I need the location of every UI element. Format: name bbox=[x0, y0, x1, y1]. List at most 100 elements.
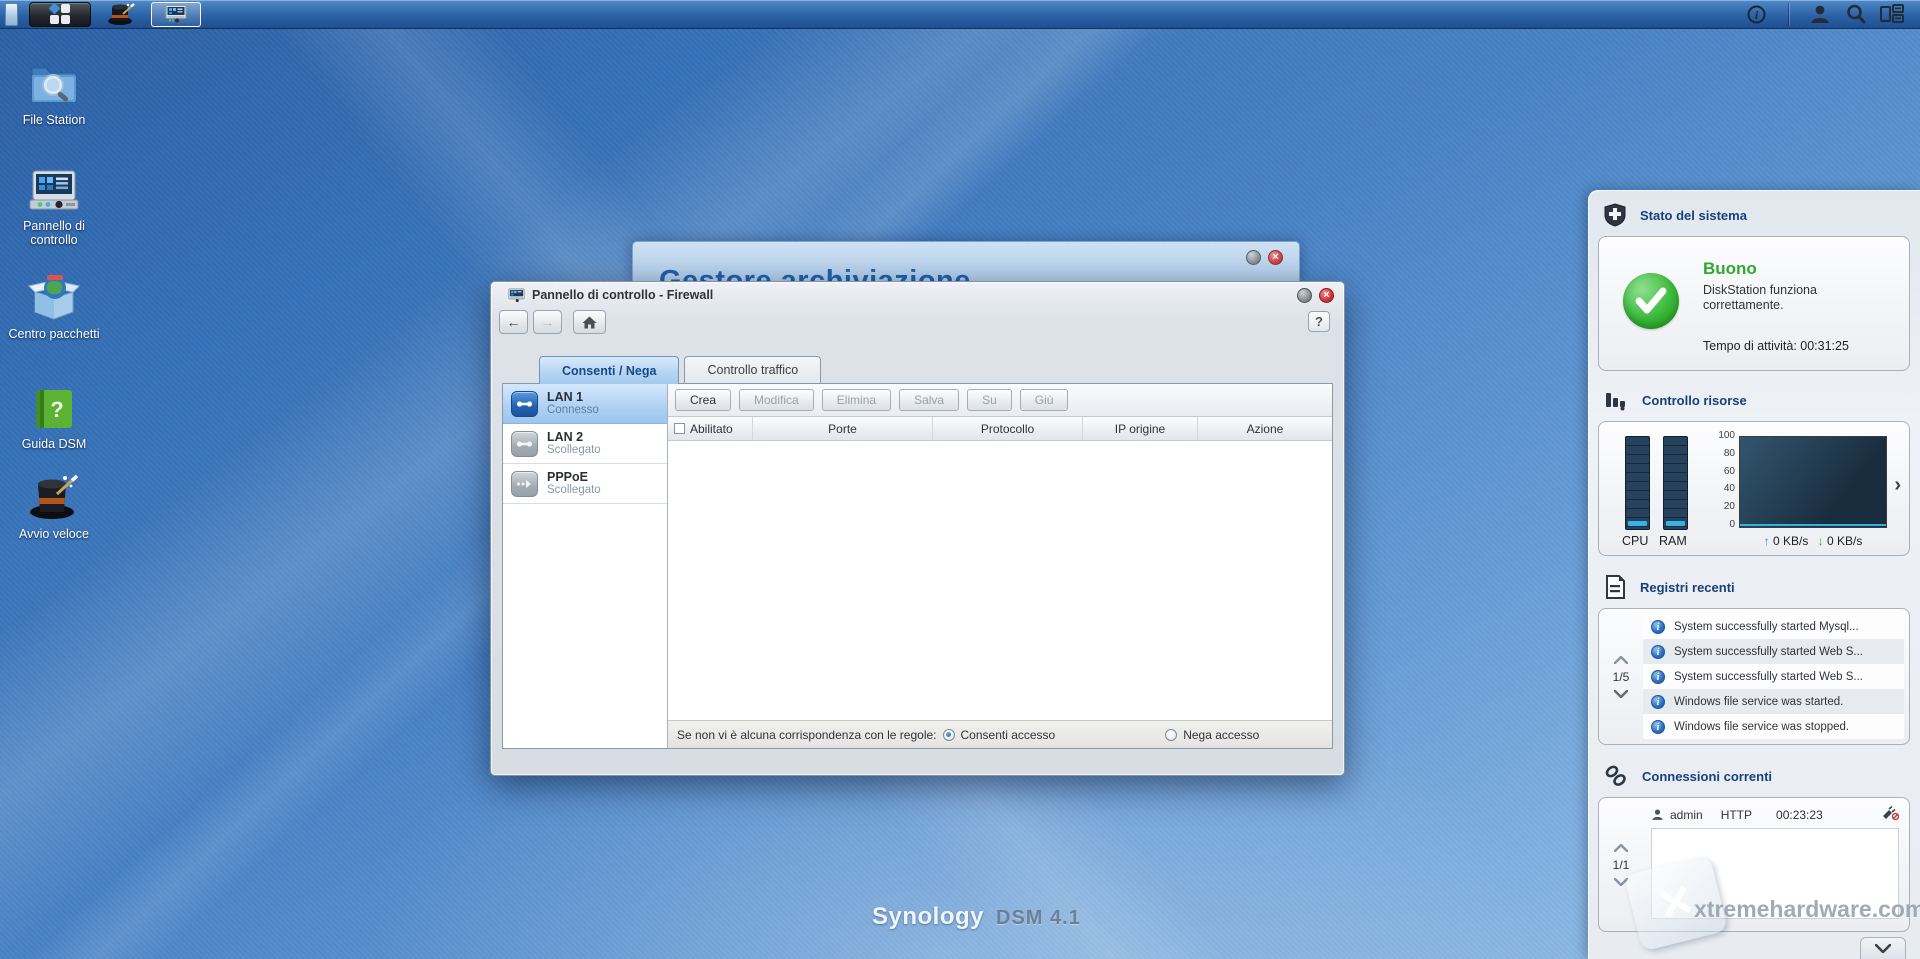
close-button[interactable]: × bbox=[1319, 287, 1334, 303]
disconnect-button[interactable] bbox=[1881, 805, 1900, 823]
log-info-icon: i bbox=[1651, 619, 1665, 634]
desktop-icon-dsm-help[interactable]: ? Guida DSM bbox=[2, 388, 106, 451]
page-down-icon[interactable] bbox=[1614, 689, 1628, 698]
move-up-button[interactable]: Su bbox=[967, 389, 1012, 411]
interface-status: Scollegato bbox=[547, 483, 601, 496]
search-icon bbox=[1847, 4, 1866, 24]
synology-logo: Synology bbox=[872, 903, 985, 930]
info-icon: i bbox=[1747, 5, 1765, 23]
main-menu-button[interactable] bbox=[29, 1, 91, 27]
cpu-gauge bbox=[1625, 436, 1650, 530]
window-controls: × bbox=[1297, 287, 1334, 303]
current-connections-card: 1/1 admin HTTP 00:23:23 bbox=[1598, 797, 1910, 932]
tab-controllo-traffico[interactable]: Controllo traffico bbox=[684, 356, 822, 383]
select-all-checkbox[interactable] bbox=[674, 423, 685, 434]
log-info-icon: i bbox=[1651, 669, 1665, 684]
log-row[interactable]: i Windows file service was started. bbox=[1643, 689, 1904, 714]
connection-time: 00:23:23 bbox=[1776, 807, 1823, 822]
interface-item-pppoe[interactable]: PPPoE Scollegato bbox=[503, 464, 667, 504]
window-storage-manager[interactable]: Gestore archiviazione × bbox=[632, 241, 1300, 282]
log-info-icon: i bbox=[1651, 694, 1665, 709]
forward-button[interactable]: → bbox=[533, 310, 562, 334]
desktop-icon-control-panel[interactable]: Pannello di controllo bbox=[2, 170, 106, 247]
log-row[interactable]: i System successfully started Mysql... bbox=[1643, 614, 1904, 639]
page-up-icon[interactable] bbox=[1614, 655, 1628, 664]
connection-user: admin bbox=[1670, 807, 1703, 822]
quick-launch-button[interactable] bbox=[107, 1, 137, 28]
user-menu-button[interactable] bbox=[1802, 1, 1838, 28]
page-down-icon[interactable] bbox=[1614, 877, 1628, 886]
interface-name: LAN 2 bbox=[547, 429, 584, 444]
page-up-icon[interactable] bbox=[1614, 843, 1628, 852]
interface-item-lan1[interactable]: LAN 1 Connesso bbox=[503, 384, 667, 424]
deny-access-radio[interactable] bbox=[1165, 728, 1178, 741]
minimize-button[interactable] bbox=[1297, 287, 1312, 303]
home-icon bbox=[582, 316, 597, 328]
desktop-icon-label: Avvio veloce bbox=[19, 527, 89, 541]
dsm-help-icon: ? bbox=[36, 390, 72, 428]
connection-row[interactable]: admin HTTP 00:23:23 bbox=[1651, 805, 1900, 823]
disconnect-plug-icon bbox=[1883, 805, 1900, 821]
widget-title: Connessioni correnti bbox=[1642, 768, 1773, 784]
log-row[interactable]: i Windows file service was stopped. bbox=[1643, 714, 1904, 739]
ram-label: RAM bbox=[1659, 534, 1687, 548]
column-protocollo[interactable]: Protocollo bbox=[933, 417, 1083, 440]
log-row[interactable]: i System successfully started Web S... bbox=[1643, 664, 1904, 689]
back-button[interactable]: ← bbox=[499, 310, 528, 334]
allow-access-radio[interactable] bbox=[942, 728, 955, 741]
desktop-icon-file-station[interactable]: File Station bbox=[2, 60, 106, 127]
close-button[interactable]: × bbox=[1268, 250, 1283, 265]
firewall-content: LAN 1 Connesso LAN 2 Scollegato PPPoE Sc… bbox=[502, 383, 1333, 749]
system-status-card: Buono DiskStation funziona correttamente… bbox=[1598, 236, 1910, 371]
home-button[interactable] bbox=[573, 310, 606, 334]
main-menu-icon bbox=[48, 2, 70, 24]
titlebar[interactable]: Pannello di controllo - Firewall × bbox=[491, 282, 1344, 308]
desktop-icon-package-center[interactable]: Centro pacchetti bbox=[2, 274, 106, 341]
column-azione[interactable]: Azione bbox=[1198, 417, 1332, 440]
log-row[interactable]: i System successfully started Web S... bbox=[1643, 639, 1904, 664]
edit-button[interactable]: Modifica bbox=[739, 389, 814, 411]
system-health-panel: Stato del sistema Buono DiskStation funz… bbox=[1588, 190, 1920, 959]
create-button[interactable]: Crea bbox=[675, 389, 732, 411]
search-button[interactable] bbox=[1838, 1, 1874, 28]
tab-consenti-nega[interactable]: Consenti / Nega bbox=[539, 356, 680, 384]
axis-tick: 20 bbox=[1723, 501, 1735, 513]
network-graph-axis: 100 80 60 40 20 0 bbox=[1703, 430, 1735, 530]
file-station-icon bbox=[31, 67, 77, 103]
pilot-view-button[interactable] bbox=[1874, 1, 1910, 28]
move-down-button[interactable]: Giù bbox=[1019, 389, 1069, 411]
navigation-toolbar: ← → bbox=[491, 308, 1344, 338]
minimize-button[interactable] bbox=[1246, 250, 1261, 265]
storage-manager-title: Gestore archiviazione bbox=[659, 265, 971, 282]
desktop-icon-label: Guida DSM bbox=[21, 437, 87, 451]
interface-list: LAN 1 Connesso LAN 2 Scollegato PPPoE Sc… bbox=[503, 384, 668, 748]
column-ip-origine[interactable]: IP origine bbox=[1083, 417, 1198, 440]
help-button[interactable]: ? bbox=[1308, 311, 1330, 332]
user-icon bbox=[1811, 5, 1829, 23]
interface-item-lan2[interactable]: LAN 2 Scollegato bbox=[503, 424, 667, 464]
resource-details-button[interactable]: › bbox=[1894, 474, 1901, 497]
log-list: i System successfully started Mysql... i… bbox=[1643, 614, 1904, 739]
show-desktop-button[interactable] bbox=[5, 2, 18, 26]
resource-monitor-header: Controllo risorse bbox=[1598, 387, 1910, 413]
column-abilitato[interactable]: Abilitato bbox=[668, 417, 753, 440]
desktop-icon-quick-start[interactable]: Avvio veloce bbox=[2, 472, 106, 541]
upload-rate: 0 KB/s bbox=[1772, 534, 1809, 548]
delete-button[interactable]: Elimina bbox=[821, 389, 892, 411]
control-panel-icon bbox=[508, 288, 525, 302]
save-button[interactable]: Salva bbox=[899, 389, 960, 411]
taskbar-app-control-panel[interactable] bbox=[151, 1, 201, 27]
network-traffic-graph bbox=[1739, 436, 1887, 528]
log-message: Windows file service was started. bbox=[1674, 695, 1844, 708]
interface-status: Scollegato bbox=[547, 443, 601, 456]
column-porte[interactable]: Porte bbox=[753, 417, 933, 440]
connections-list-empty bbox=[1651, 828, 1899, 919]
log-info-icon: i bbox=[1651, 644, 1665, 659]
panel-collapse-button[interactable] bbox=[1860, 937, 1906, 959]
logs-page-number: 1/5 bbox=[1612, 669, 1630, 684]
dsm-version: DSM 4.1 bbox=[996, 907, 1081, 929]
status-value: Buono bbox=[1703, 259, 1757, 278]
axis-tick: 100 bbox=[1718, 430, 1735, 441]
axis-tick: 60 bbox=[1723, 465, 1735, 477]
info-button[interactable]: i bbox=[1738, 1, 1774, 28]
